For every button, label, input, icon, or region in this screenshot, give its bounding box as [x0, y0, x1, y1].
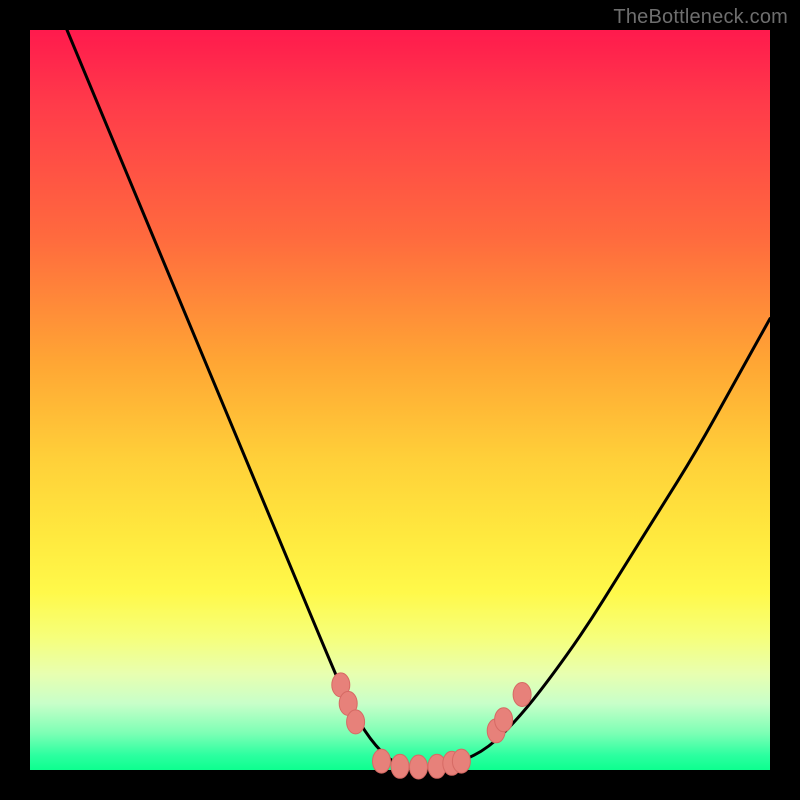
- curve-marker: [452, 749, 470, 773]
- watermark-text: TheBottleneck.com: [613, 6, 788, 29]
- curve-marker: [391, 754, 409, 778]
- curve-marker: [373, 749, 391, 773]
- curve-marker: [410, 755, 428, 779]
- markers-group: [332, 673, 531, 779]
- curve-marker: [513, 683, 531, 707]
- curve-marker: [347, 710, 365, 734]
- chart-svg: [30, 30, 770, 770]
- chart-frame: TheBottleneck.com: [0, 0, 800, 800]
- curve-marker: [495, 708, 513, 732]
- bottleneck-curve: [67, 30, 770, 770]
